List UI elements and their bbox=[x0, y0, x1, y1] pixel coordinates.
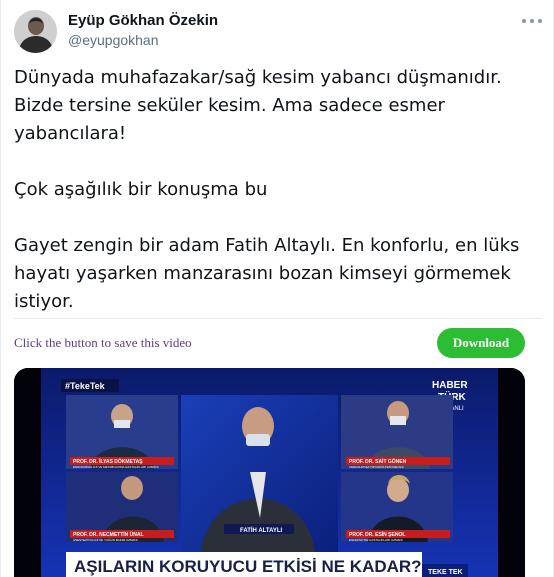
channel-logo-line1: HABER bbox=[432, 380, 468, 391]
guest-name: PROF. DR. SAİT GÖNEN bbox=[349, 458, 407, 465]
guest-title: CERRAHPAŞA TIP FAKÜLTESİ DEKANI bbox=[349, 464, 404, 469]
tweet-line: Gayet zengin bir adam Fatih Altaylı. En … bbox=[14, 235, 520, 256]
author-handle[interactable]: @eyupgokhan bbox=[68, 30, 218, 50]
tweet-line: hayatı yaşarken manzarasını bozan kimsey… bbox=[14, 263, 511, 284]
video-player[interactable]: #TekeTek HABER TÜRK CANLI PROF. DR. İLYA… bbox=[14, 368, 525, 577]
hashtag-label: #TekeTek bbox=[65, 381, 106, 391]
tweet-line: Bizde tersine seküler kesim. Ama sadece … bbox=[14, 95, 445, 116]
tweet-line: yabancılara! bbox=[14, 123, 127, 144]
video-frame: #TekeTek HABER TÜRK CANLI PROF. DR. İLYA… bbox=[14, 368, 525, 577]
tweet-header: Eyüp Gökhan Özekin @eyupgokhan bbox=[14, 9, 542, 55]
guest-name: PROF. DR. ESİN ŞENOL bbox=[349, 531, 405, 538]
author-display-name[interactable]: Eyüp Gökhan Özekin bbox=[68, 12, 218, 30]
video-headline: AŞILARIN KORUYUCU ETKİSİ NE KADAR? bbox=[74, 557, 422, 576]
host-name: FATİH ALTAYLI bbox=[240, 527, 283, 534]
tweet-card: Eyüp Gökhan Özekin @eyupgokhan Dünyada m… bbox=[0, 0, 554, 577]
guest-name: PROF. DR. NECMETTİN ÜNAL bbox=[73, 531, 144, 538]
avatar[interactable] bbox=[14, 10, 57, 53]
tweet-line: Dünyada muhafazakar/sağ kesim yabancı dü… bbox=[14, 67, 502, 88]
tweet-line: istiyor. bbox=[14, 291, 74, 312]
tweet-text: Dünyada muhafazakar/sağ kesim yabancı dü… bbox=[14, 64, 534, 316]
video-save-widget: Click the button to save this video Down… bbox=[14, 328, 525, 358]
guest-title: ENFEKSİYON HASTALIKLARI UZMANI bbox=[349, 537, 403, 542]
guest-title: ENDOKRİNOLOJİ VE METABOLİZMA HASTALIKLAR… bbox=[73, 464, 159, 469]
program-tag: TEKE TEK bbox=[428, 569, 463, 576]
author-names: Eyüp Gökhan Özekin @eyupgokhan bbox=[68, 12, 218, 50]
download-button[interactable]: Download bbox=[437, 328, 525, 358]
guest-title: ANESTEZİYOLOJİ VE YOĞUN BAKIM UZMANI bbox=[73, 537, 138, 542]
tweet-line: Çok aşağılık bir konuşma bu bbox=[14, 179, 268, 200]
guest-name: PROF. DR. İLYAS DÖKMETAŞ bbox=[73, 458, 143, 465]
save-prompt: Click the button to save this video bbox=[14, 335, 192, 350]
divider bbox=[14, 318, 542, 319]
more-horizontal-icon[interactable] bbox=[522, 15, 542, 27]
